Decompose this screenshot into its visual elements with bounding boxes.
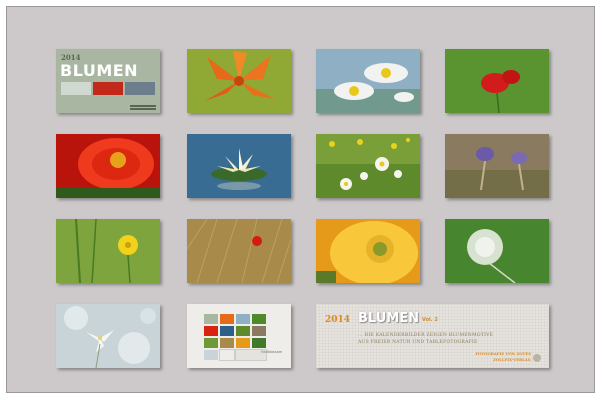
photo-daisy-meadow[interactable] [316,134,420,198]
banner-footer-line-1: FOTOGRAFIE VON ZOTES [475,351,531,356]
photo-water-lily[interactable] [187,134,291,198]
banner-description-line-1: ... DIE KALENDERBILDER ZEIGEN BLUMENMOTI… [358,333,494,338]
calendar-board: 2014 BLUMEN Hallblossom 2014 BLUMEN Vol.… [6,6,595,393]
banner-volume: Vol. 2 [422,317,438,323]
photo-white-daisies[interactable] [316,49,420,113]
overview-thumbnail-grid [204,314,267,361]
photo-red-dahlia[interactable] [56,134,160,198]
photo-red-poppy-green[interactable] [445,49,549,113]
photo-white-flowers-bokeh[interactable] [56,304,160,368]
banner-year: 2014 [325,315,351,325]
calendar-title-banner[interactable]: 2014 BLUMEN Vol. 2 ... DIE KALENDERBILDE… [316,304,549,368]
photo-buttercup[interactable] [56,219,160,283]
overview-tile[interactable]: Hallblossom [187,304,291,368]
publisher-logo-icon [533,354,541,362]
cover-caption-lines [130,105,156,107]
cover-thumbnails [61,82,155,95]
cover-tile[interactable]: 2014 BLUMEN [56,49,160,113]
photo-yellow-poppy[interactable] [316,219,420,283]
banner-footer-line-2: ZOLLFIX-VERLAG [493,357,531,362]
cover-title: BLUMEN [60,61,139,80]
photo-pasque-flower[interactable] [445,134,549,198]
banner-title: BLUMEN [358,311,419,326]
photo-dandelion-clock[interactable] [445,219,549,283]
overview-label: Hallblossom [261,350,283,354]
photo-orange-lily[interactable] [187,49,291,113]
photo-poppy-in-grass[interactable] [187,219,291,283]
banner-description-line-2: AUS FREIER NATUR UND TABLEFOTOGRAFIE [358,340,478,345]
